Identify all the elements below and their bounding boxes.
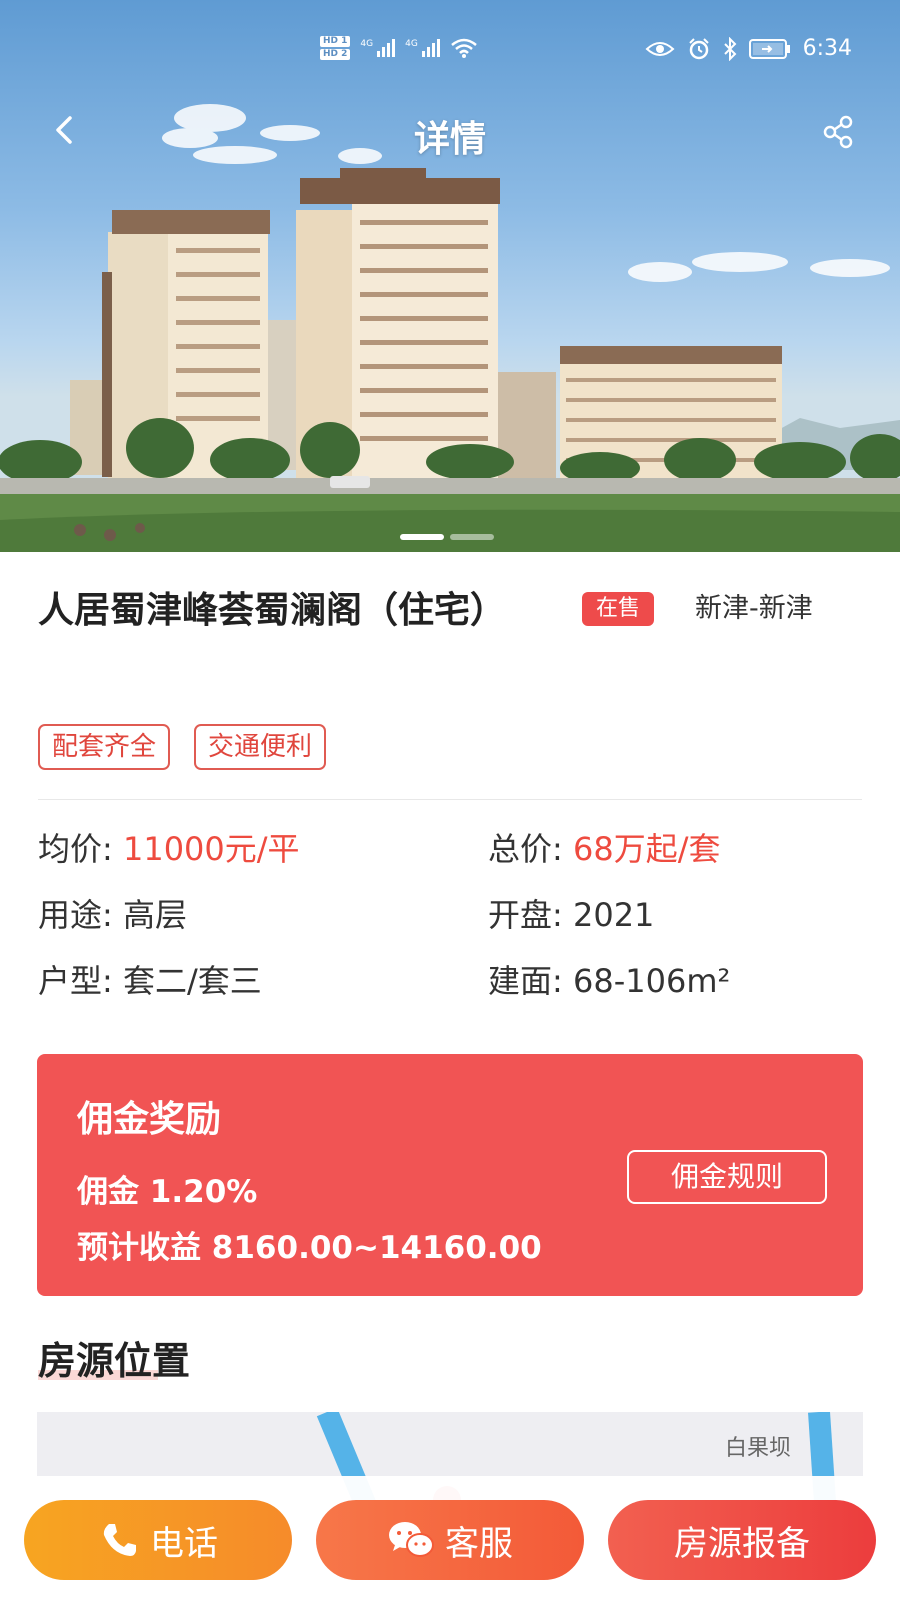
location-section-title: 房源位置 xyxy=(38,1330,190,1385)
network-2-label: 4G xyxy=(405,39,418,49)
commission-rate: 佣金 1.20% xyxy=(77,1174,258,1210)
signal-1-icon: 4G xyxy=(360,39,396,57)
feature-tag: 交通便利 xyxy=(194,724,327,770)
listing-report-button[interactable]: 房源报备 xyxy=(608,1500,876,1580)
spec-label: 用途: xyxy=(38,896,123,934)
hd1-icon: HD 1 xyxy=(320,36,351,47)
carousel-indicator xyxy=(400,534,494,540)
spec-value: 高层 xyxy=(122,896,187,934)
battery-icon xyxy=(748,38,790,59)
call-label: 电话 xyxy=(150,1523,218,1564)
report-label: 房源报备 xyxy=(674,1523,810,1564)
spec-label: 均价: xyxy=(38,830,123,868)
clock: 6:34 xyxy=(802,36,852,61)
spec-avg-price: 均价: 11000元/平 xyxy=(38,827,300,871)
spec-label: 户型: xyxy=(38,962,123,1000)
navigation-bar: 详情 xyxy=(0,100,900,160)
spec-label: 开盘: xyxy=(488,896,573,934)
spec-label: 建面: xyxy=(488,962,573,1000)
carousel-dot[interactable] xyxy=(450,534,494,540)
location-title-text: 房源位置 xyxy=(38,1339,191,1383)
spec-label: 总价: xyxy=(488,830,573,868)
commission-card: 佣金奖励 佣金 1.20% 预计收益 8160.00~14160.00 佣金规则 xyxy=(37,1054,863,1296)
spec-value: 11000元/平 xyxy=(122,830,300,868)
commission-rules-button[interactable]: 佣金规则 xyxy=(627,1150,827,1204)
eye-icon xyxy=(645,41,675,56)
alarm-icon xyxy=(688,37,709,59)
feature-tag: 配套齐全 xyxy=(38,724,171,770)
carousel-dot-active[interactable] xyxy=(400,534,444,540)
status-bar: HD 1 HD 2 4G 4G 6:34 xyxy=(0,30,900,74)
map-place-label: 白果坝 xyxy=(725,1436,792,1461)
bottom-action-bar: 电话 客服 房源报备 xyxy=(0,1476,900,1600)
divider xyxy=(38,799,862,800)
spec-layout: 户型: 套二/套三 xyxy=(38,959,262,1003)
share-icon xyxy=(823,115,853,149)
spec-total-price: 总价: 68万起/套 xyxy=(488,827,720,871)
hd-voice-indicator: HD 1 HD 2 xyxy=(320,36,351,60)
expected-earnings: 预计收益 8160.00~14160.00 xyxy=(77,1230,542,1266)
hero-image[interactable]: HD 1 HD 2 4G 4G 6:34 详情 xyxy=(0,0,900,552)
spec-opening: 开盘: 2021 xyxy=(488,893,654,937)
spec-value: 68-106m² xyxy=(572,962,731,1000)
spec-value: 2021 xyxy=(572,896,655,934)
spec-value: 68万起/套 xyxy=(572,830,721,868)
feature-tags: 配套齐全 交通便利 xyxy=(38,724,327,770)
signal-2-icon: 4G xyxy=(405,39,440,57)
spec-usage: 用途: 高层 xyxy=(38,893,187,937)
wechat-icon xyxy=(389,1522,434,1557)
share-button[interactable] xyxy=(816,110,860,154)
service-label: 客服 xyxy=(445,1523,513,1564)
customer-service-button[interactable]: 客服 xyxy=(316,1500,584,1580)
building-rendering-image xyxy=(0,104,900,552)
page-title: 详情 xyxy=(413,119,486,160)
spec-area: 建面: 68-106m² xyxy=(488,959,730,1003)
commission-title: 佣金奖励 xyxy=(77,1099,222,1140)
status-badge: 在售 xyxy=(582,592,655,626)
spec-value: 套二/套三 xyxy=(122,962,262,1000)
spec-grid: 均价: 11000元/平 总价: 68万起/套 用途: 高层 开盘: 2021 … xyxy=(38,827,868,1025)
hd2-icon: HD 2 xyxy=(320,49,351,60)
property-region: 新津-新津 xyxy=(695,593,813,624)
phone-icon xyxy=(103,1524,136,1556)
wifi-icon xyxy=(451,38,477,58)
property-name: 人居蜀津峰荟蜀澜阁（住宅） xyxy=(38,590,507,631)
call-button[interactable]: 电话 xyxy=(24,1500,292,1580)
bluetooth-icon xyxy=(723,36,737,61)
network-1-label: 4G xyxy=(360,39,374,49)
